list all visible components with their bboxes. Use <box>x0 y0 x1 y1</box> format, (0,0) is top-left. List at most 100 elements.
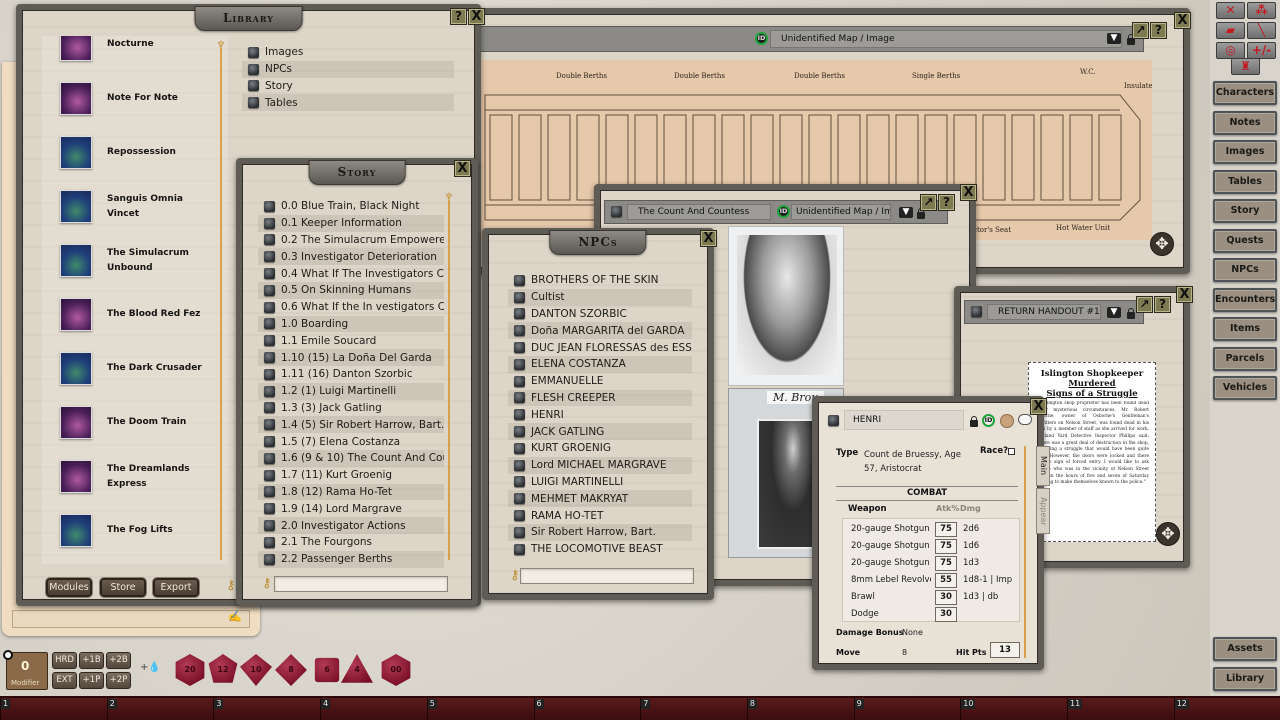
move-value[interactable]: 8 <box>902 648 907 657</box>
story-entry[interactable]: 1.7 (11) Kurt Groenig <box>258 467 444 484</box>
weapon-row[interactable]: Dodge 30 <box>843 606 1033 623</box>
handout-name-field[interactable]: RETURN HANDOUT #1 <box>987 304 1101 320</box>
identified-icon[interactable]: ID <box>982 414 995 427</box>
module-item[interactable]: Note For Note <box>60 82 220 115</box>
story-entry[interactable]: 0.5 On Skinning Humans <box>258 281 444 299</box>
story-entry[interactable]: 0.1 Keeper Information <box>258 214 444 232</box>
sidebar-button-story[interactable]: Story <box>1213 199 1277 223</box>
help-button[interactable]: ? <box>450 8 467 25</box>
sidebar-button-library[interactable]: Library <box>1213 666 1277 691</box>
modifier-button[interactable]: HRD <box>52 652 77 669</box>
weapon-row[interactable]: 8mm Lebel Revolver 55 1d8-1 | Imp <box>843 572 1033 589</box>
npc-entry[interactable]: Lord MICHAEL MARGRAVE <box>508 456 692 474</box>
hotbar-slot[interactable]: 6 <box>533 698 640 720</box>
sheet-tab-appear[interactable]: Appear <box>1036 488 1050 534</box>
sidebar-button-quests[interactable]: Quests <box>1213 228 1277 253</box>
share-icon[interactable]: ▼ <box>899 207 913 218</box>
npc-entry[interactable]: BROTHERS OF THE SKIN <box>508 272 692 289</box>
modifier-button[interactable]: EXT <box>52 672 77 689</box>
hotbar-slot[interactable]: 10 <box>960 698 1066 720</box>
npc-entry[interactable]: Cultist <box>508 288 692 306</box>
hotbar-slot[interactable]: 11 <box>1067 698 1173 720</box>
module-scrollbar[interactable] <box>220 48 222 560</box>
weapon-dmg[interactable]: 2d6 <box>963 524 979 534</box>
story-entry[interactable]: 1.1 Emile Soucard <box>258 332 444 349</box>
scroll-handle[interactable]: ♆ <box>216 41 226 51</box>
dice-tower-icon[interactable]: ▰ <box>1216 22 1245 39</box>
sidebar-button-tables[interactable]: Tables <box>1213 169 1277 194</box>
module-item[interactable]: The Fog Lifts <box>60 514 220 547</box>
story-entry[interactable]: 2.2 Passenger Berths <box>258 550 444 568</box>
race-checkbox[interactable] <box>1008 448 1015 455</box>
npc-entry[interactable]: HENRI <box>508 406 692 423</box>
module-item[interactable]: Repossession <box>60 136 220 169</box>
pointer-icon[interactable]: ╲ <box>1247 22 1276 39</box>
weapon-atk[interactable]: 75 <box>935 522 957 537</box>
story-entry[interactable]: 0.6 What If the In vestigators Catch Mak… <box>258 299 444 316</box>
close-button[interactable]: X <box>700 230 717 247</box>
module-item[interactable]: Sanguis Omnia Vincet <box>60 190 220 223</box>
chat-bubble-icon[interactable] <box>1018 414 1032 425</box>
sidebar-button-vehicles[interactable]: Vehicles <box>1213 376 1277 400</box>
story-entry[interactable]: 1.11 (16) Danton Szorbic <box>258 366 444 383</box>
weapon-atk[interactable]: 30 <box>935 607 957 622</box>
hotbar-slot[interactable]: 2 <box>106 698 213 720</box>
chat-speaker-icon[interactable]: ♜ <box>1231 58 1260 75</box>
npc-entry[interactable]: DUC JEAN FLORESSAS des ESSEINTES <box>508 339 692 356</box>
npc-entry[interactable]: DANTON SZORBIC <box>508 306 692 323</box>
hotbar-slot[interactable]: 3 <box>213 698 319 720</box>
store-button[interactable]: Store <box>100 578 146 597</box>
weapon-dmg[interactable]: 1d3 | db <box>963 592 998 602</box>
hotbar-slot[interactable]: 4 <box>320 698 426 720</box>
record-link-icon[interactable] <box>971 306 982 317</box>
record-name-field[interactable]: The Count And Countess <box>627 204 771 220</box>
hotbar-slot[interactable]: 12 <box>1173 698 1280 720</box>
hp-value[interactable]: 13 <box>990 642 1020 658</box>
weapon-name[interactable]: Dodge <box>851 609 931 619</box>
npc-entry[interactable]: Sir Robert Harrow, Bart. <box>508 523 692 541</box>
weapon-dmg[interactable]: 1d3 <box>963 558 979 568</box>
target-icon[interactable]: ◎ <box>1216 42 1245 59</box>
sheet-tab-main[interactable]: Main <box>1036 446 1050 486</box>
weapon-name[interactable]: 20-gauge Shotgun - L <box>851 558 931 568</box>
module-item[interactable]: The Doom Train <box>60 406 220 439</box>
story-entry[interactable]: 1.2 (1) Luigi Martinelli <box>258 382 444 400</box>
nonid-name-field[interactable]: Unidentified Map / Image <box>791 204 891 220</box>
popout-button[interactable]: ↗ <box>1132 22 1149 39</box>
hotbar-slot[interactable]: 1 <box>0 698 106 720</box>
close-button[interactable]: X <box>1176 286 1193 303</box>
module-item[interactable]: The Dreamlands Express <box>60 460 220 493</box>
module-item[interactable]: The Blood Red Fez <box>60 298 220 331</box>
sidebar-button-encounters[interactable]: Encounters <box>1213 287 1277 312</box>
category-item-images[interactable]: Images <box>242 44 454 61</box>
weapon-name[interactable]: 8mm Lebel Revolver <box>851 575 931 585</box>
npc-entry[interactable]: MEHMET MAKRYAT <box>508 490 692 508</box>
party-icon[interactable]: ⁂ <box>1247 2 1276 19</box>
module-item[interactable]: Nocturne <box>60 36 220 61</box>
chat-send-icon[interactable]: ✍ <box>228 610 248 626</box>
npc-name-field[interactable]: HENRI <box>844 410 964 430</box>
close-button[interactable]: X <box>468 8 485 25</box>
story-entry[interactable]: 1.6 (9 & 10) The Count And Countess <box>258 449 444 467</box>
npc-entry[interactable]: FLESH CREEPER <box>508 389 692 407</box>
weapon-atk[interactable]: 30 <box>935 590 957 605</box>
weapon-atk[interactable]: 75 <box>935 556 957 571</box>
die-d00[interactable]: 00 <box>381 654 411 686</box>
damage-bonus-value[interactable]: None <box>902 628 923 637</box>
share-icon[interactable]: ▼ <box>1107 33 1121 44</box>
chat-input[interactable] <box>12 610 250 628</box>
modifier-button[interactable]: +1B <box>79 652 104 669</box>
weapon-row[interactable]: Brawl 30 1d3 | db <box>843 589 1033 606</box>
help-button[interactable]: ? <box>1150 22 1167 39</box>
help-button[interactable]: ? <box>1154 296 1171 313</box>
weapon-dmg[interactable]: 1d8-1 | Imp <box>963 575 1012 585</box>
npc-entry[interactable]: JACK GATLING <box>508 423 692 440</box>
map-nonid-name-field[interactable]: Unidentified Map / Image <box>770 30 1122 48</box>
sidebar-button-images[interactable]: Images <box>1213 140 1277 164</box>
scroll-handle[interactable]: ♆ <box>444 193 454 203</box>
npc-entry[interactable]: EMMANUELLE <box>508 373 692 390</box>
weapon-row[interactable]: 20-gauge Shotgun - L 75 1d3 <box>843 555 1033 572</box>
close-button[interactable]: X <box>1174 12 1191 29</box>
module-item[interactable]: The Simulacrum Unbound <box>60 244 220 277</box>
story-entry[interactable]: 2.1 The Fourgons <box>258 534 444 551</box>
